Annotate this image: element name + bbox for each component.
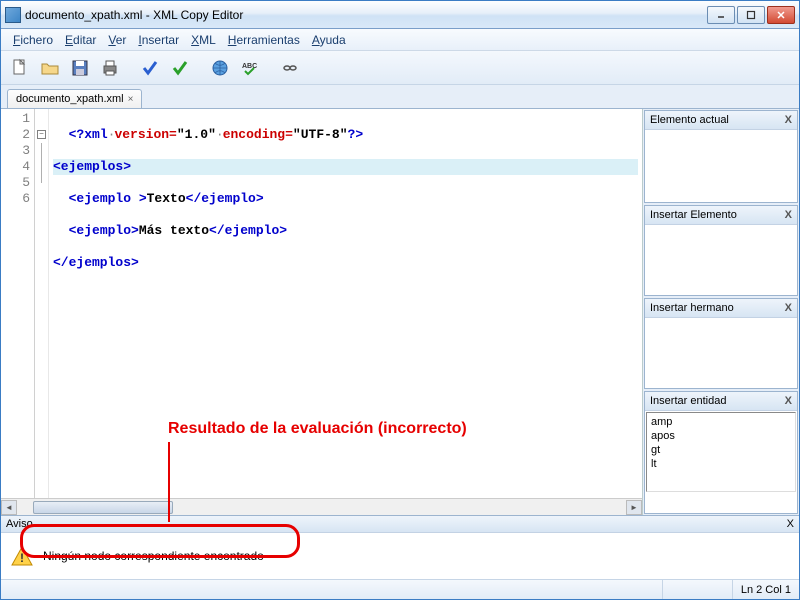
tab-label: documento_xpath.xml — [16, 93, 124, 105]
svg-text:ABC: ABC — [242, 63, 257, 70]
toolbar: ABC — [1, 51, 799, 85]
panel-insertar-hermano: Insertar hermano X — [644, 298, 798, 389]
menu-herramientas[interactable]: Herramientas — [222, 31, 306, 49]
code-area[interactable]: <?xml·version="1.0"·encoding="UTF-8"?> <… — [49, 109, 642, 498]
horizontal-scrollbar[interactable]: ◄ ► — [1, 498, 642, 515]
link-icon[interactable] — [277, 55, 303, 81]
check-green-icon[interactable] — [167, 55, 193, 81]
aviso-title: Aviso — [6, 518, 33, 530]
panel-insertar-elemento: Insertar Elemento X — [644, 205, 798, 296]
line-gutter: 1 2 3 4 5 6 — [1, 109, 35, 498]
tab-row: documento_xpath.xml × — [1, 85, 799, 109]
fold-column: − — [35, 109, 49, 498]
status-bar: Ln 2 Col 1 — [1, 579, 799, 599]
open-file-icon[interactable] — [37, 55, 63, 81]
globe-icon[interactable] — [207, 55, 233, 81]
tab-documento[interactable]: documento_xpath.xml × — [7, 89, 142, 108]
panel-title: Insertar hermano — [650, 302, 734, 314]
fold-toggle-icon[interactable]: − — [37, 130, 46, 139]
minimize-button[interactable] — [707, 6, 735, 24]
save-icon[interactable] — [67, 55, 93, 81]
svg-text:!: ! — [20, 551, 24, 565]
menu-ayuda[interactable]: Ayuda — [306, 31, 352, 49]
side-panels: Elemento actual X Insertar Elemento X Inse… — [643, 109, 799, 515]
check-blue-icon[interactable] — [137, 55, 163, 81]
panel-close-icon[interactable]: X — [785, 395, 792, 407]
close-button[interactable] — [767, 6, 795, 24]
list-item[interactable]: amp — [651, 415, 791, 429]
list-item[interactable]: gt — [651, 443, 791, 457]
warning-icon: ! — [11, 545, 33, 567]
panel-close-icon[interactable]: X — [785, 114, 792, 126]
panel-title: Insertar entidad — [650, 395, 726, 407]
list-item[interactable]: apos — [651, 429, 791, 443]
titlebar: documento_xpath.xml - XML Copy Editor — [1, 1, 799, 29]
list-item[interactable]: lt — [651, 457, 791, 471]
menu-insertar[interactable]: Insertar — [132, 31, 185, 49]
panel-elemento-actual: Elemento actual X — [644, 110, 798, 203]
print-icon[interactable] — [97, 55, 123, 81]
menu-editar[interactable]: Editar — [59, 31, 102, 49]
menu-xml[interactable]: XML — [185, 31, 222, 49]
menu-fichero[interactable]: Fichero — [7, 31, 59, 49]
menu-ver[interactable]: Ver — [102, 31, 132, 49]
panel-close-icon[interactable]: X — [785, 209, 792, 221]
aviso-panel: Aviso X ! Ningún nodo correspondiente enc… — [1, 515, 799, 579]
panel-insertar-entidad: Insertar entidad X amp apos gt lt — [644, 391, 798, 514]
panel-close-icon[interactable]: X — [785, 302, 792, 314]
app-icon — [5, 7, 21, 23]
new-file-icon[interactable] — [7, 55, 33, 81]
panel-title: Elemento actual — [650, 114, 729, 126]
entity-list[interactable]: amp apos gt lt — [646, 412, 796, 492]
spellcheck-icon[interactable]: ABC — [237, 55, 263, 81]
panel-close-icon[interactable]: X — [787, 518, 794, 530]
editor[interactable]: 1 2 3 4 5 6 − <?xml·version="1.0"·encodi… — [1, 109, 642, 498]
aviso-message: Ningún nodo correspondiente encontrado — [43, 549, 264, 563]
maximize-button[interactable] — [737, 6, 765, 24]
panel-title: Insertar Elemento — [650, 209, 737, 221]
menubar: Fichero Editar Ver Insertar XML Herramie… — [1, 29, 799, 51]
window-title: documento_xpath.xml - XML Copy Editor — [25, 8, 707, 22]
tab-close-icon[interactable]: × — [128, 94, 134, 105]
status-position: Ln 2 Col 1 — [732, 580, 799, 599]
